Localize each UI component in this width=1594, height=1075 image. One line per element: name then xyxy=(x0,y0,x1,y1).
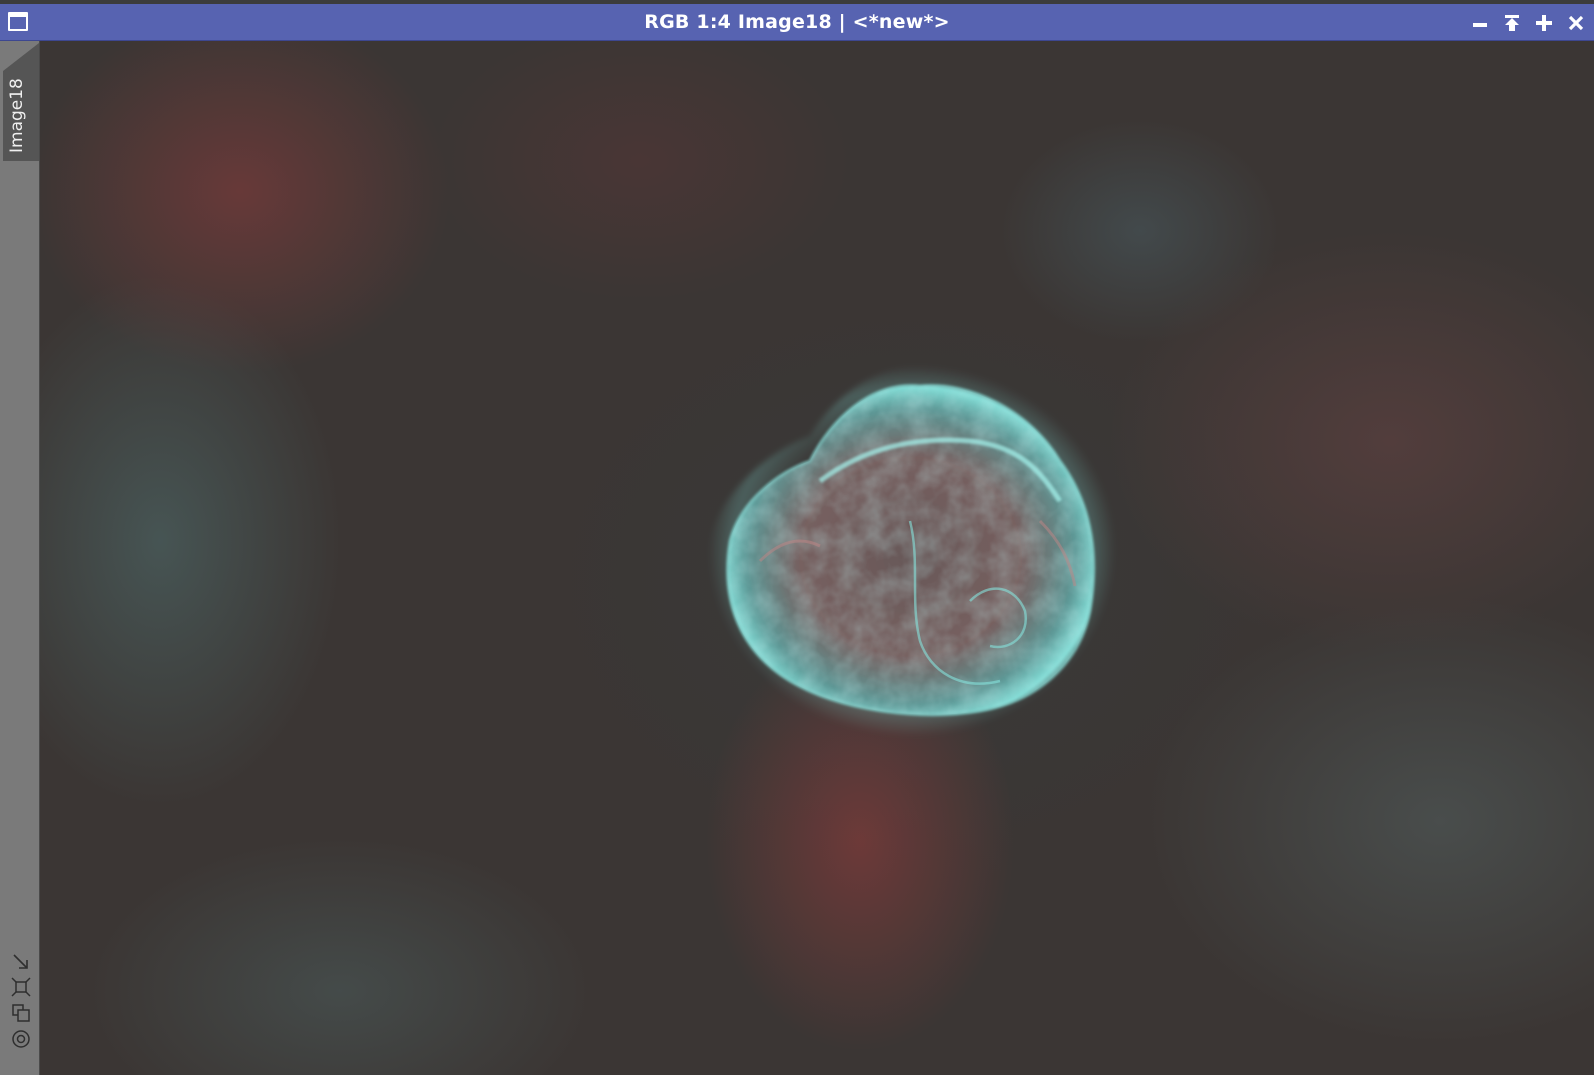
close-icon xyxy=(1568,15,1584,31)
shade-button[interactable] xyxy=(1499,10,1525,36)
image-viewport[interactable] xyxy=(40,41,1594,1075)
fit-view-icon[interactable] xyxy=(11,977,31,997)
nebula-image xyxy=(708,365,1116,737)
minimize-button[interactable] xyxy=(1467,10,1493,36)
target-icon[interactable] xyxy=(11,1029,31,1049)
shade-icon xyxy=(1505,15,1519,31)
window-title: RGB 1:4 Image18 | <*new*> xyxy=(644,11,950,33)
close-button[interactable] xyxy=(1563,10,1589,36)
image-tab-label: Image18 xyxy=(7,78,27,153)
resize-arrow-icon[interactable] xyxy=(11,952,31,972)
maximize-button[interactable] xyxy=(1531,10,1557,36)
clone-icon[interactable] xyxy=(11,1003,31,1023)
side-panel: Image18 xyxy=(0,41,40,1075)
title-bar[interactable]: RGB 1:4 Image18 | <*new*> xyxy=(0,4,1594,41)
maximize-icon xyxy=(1536,15,1552,31)
minimize-icon xyxy=(1473,23,1487,27)
image-window: RGB 1:4 Image18 | <*new*> Image18 xyxy=(0,0,1594,1075)
